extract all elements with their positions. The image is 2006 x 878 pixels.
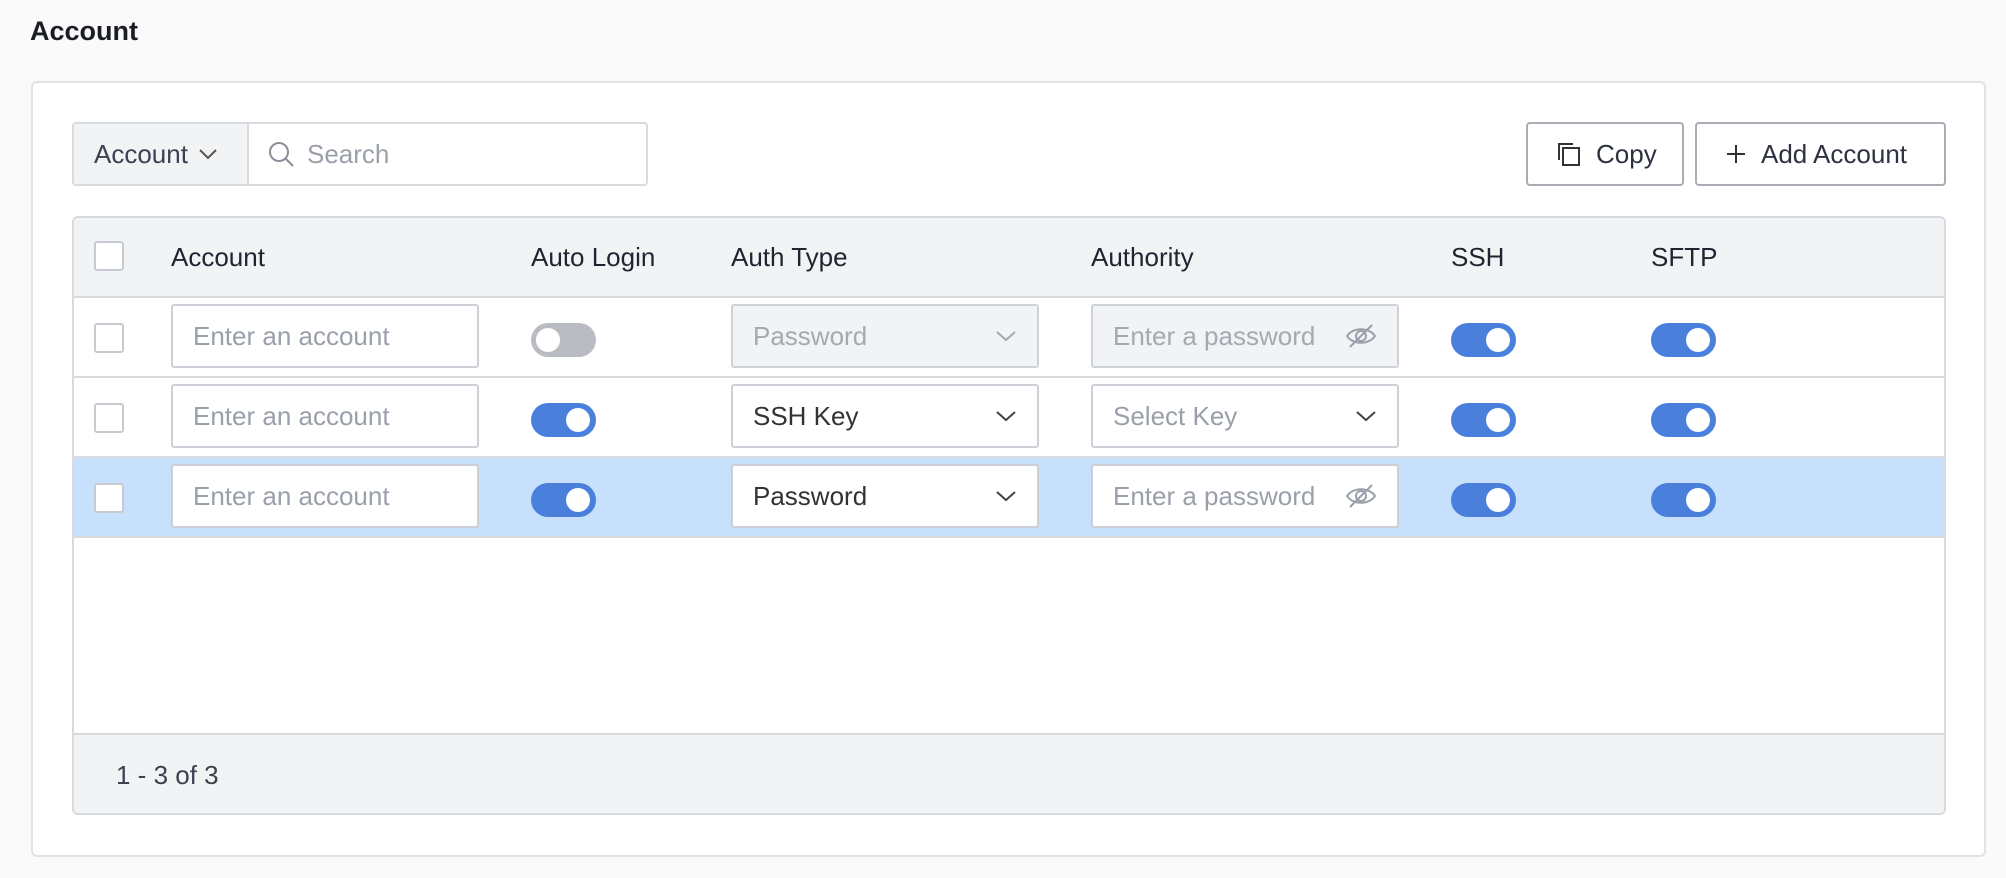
column-header-ssh: SSH [1451,242,1505,272]
add-account-label: Add Account [1761,138,1907,169]
auto-login-toggle[interactable] [531,323,596,357]
search-bar: Account [72,122,648,186]
plus-icon [1725,143,1747,165]
password-field[interactable] [1091,304,1399,368]
auth-type-select[interactable]: Password [731,464,1039,528]
select-all-checkbox[interactable] [94,241,124,271]
account-table: Account Auto Login Auth Type Authority S… [72,216,1946,815]
account-field[interactable] [171,304,479,368]
table-header: Account Auto Login Auth Type Authority S… [74,218,1944,298]
chevron-down-icon [995,410,1017,422]
column-header-auto-login: Auto Login [531,242,656,272]
column-header-sftp: SFTP [1651,242,1718,272]
row-checkbox[interactable] [94,323,124,353]
auto-login-toggle[interactable] [531,403,596,437]
ssh-toggle[interactable] [1451,403,1516,437]
auth-type-value: Password [753,320,868,351]
copy-icon [1556,141,1582,167]
chevron-down-icon [995,490,1017,502]
auth-type-select[interactable]: SSH Key [731,384,1039,448]
chevron-down-icon [198,148,218,160]
auth-type-value: Password [753,480,868,511]
column-header-authority: Authority [1091,242,1194,272]
search-icon [267,140,295,168]
password-field[interactable] [1091,464,1399,528]
table-row[interactable]: Password [74,298,1944,378]
row-checkbox[interactable] [94,483,124,513]
auth-type-value: SSH Key [753,400,859,431]
table-row[interactable]: Password [74,458,1944,538]
eye-off-icon[interactable] [1345,323,1377,349]
filter-field-dropdown[interactable]: Account [74,124,249,184]
column-header-auth-type: Auth Type [731,242,848,272]
auth-type-select[interactable]: Password [731,304,1039,368]
table-row[interactable]: SSH Key Select Key [74,378,1944,458]
password-input[interactable] [1113,480,1343,512]
column-header-account: Account [171,242,265,272]
copy-label: Copy [1596,138,1657,169]
account-input[interactable] [193,400,457,432]
chevron-down-icon [995,330,1017,342]
row-checkbox[interactable] [94,403,124,433]
key-select-placeholder: Select Key [1113,400,1238,431]
account-field[interactable] [171,384,479,448]
copy-button[interactable]: Copy [1526,122,1684,186]
sftp-toggle[interactable] [1651,403,1716,437]
pagination-info: 1 - 3 of 3 [74,733,1944,813]
add-account-button[interactable]: Add Account [1695,122,1946,186]
account-input[interactable] [193,320,457,352]
ssh-toggle[interactable] [1451,323,1516,357]
page-title: Account [30,16,138,46]
sftp-toggle[interactable] [1651,483,1716,517]
chevron-down-icon [1355,410,1377,422]
auto-login-toggle[interactable] [531,483,596,517]
account-field[interactable] [171,464,479,528]
key-select[interactable]: Select Key [1091,384,1399,448]
filter-field-label: Account [94,138,188,169]
search-input[interactable] [307,138,637,170]
eye-off-icon[interactable] [1345,483,1377,509]
password-input[interactable] [1113,320,1343,352]
ssh-toggle[interactable] [1451,483,1516,517]
account-input[interactable] [193,480,457,512]
sftp-toggle[interactable] [1651,323,1716,357]
